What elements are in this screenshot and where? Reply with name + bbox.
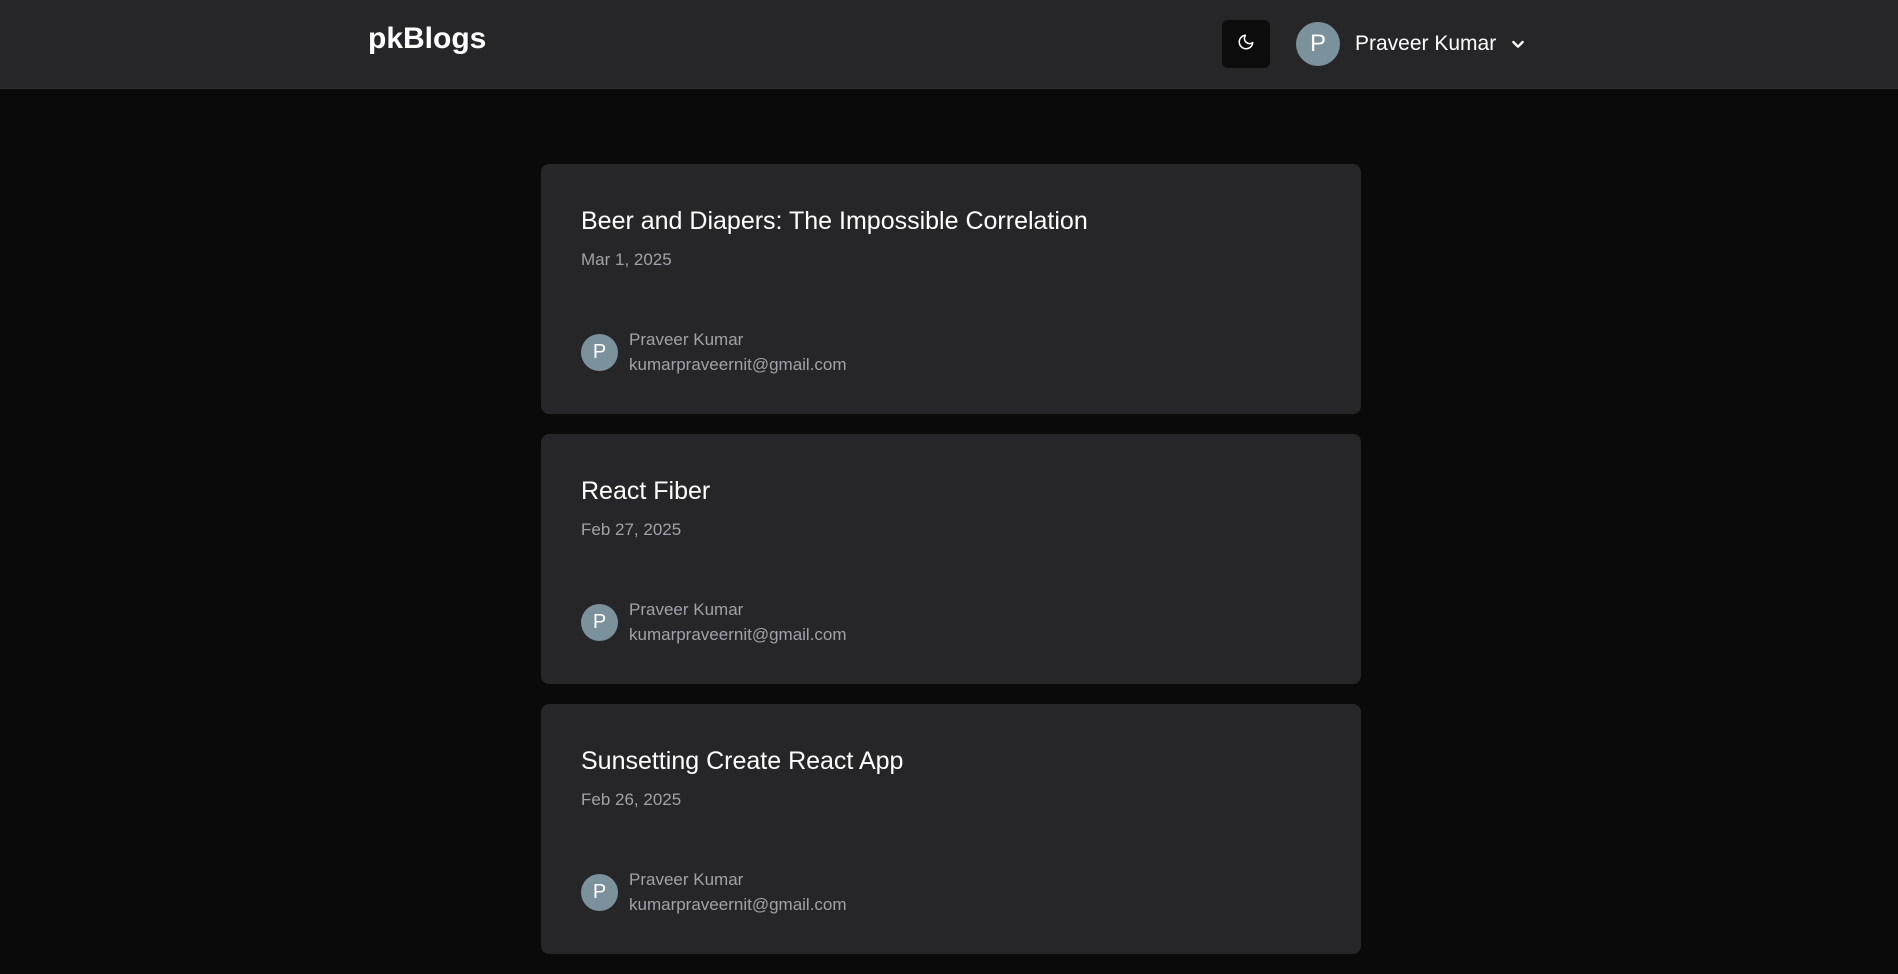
brand-logo[interactable]: pkBlogs <box>368 21 486 57</box>
author-name: Praveer Kumar <box>629 330 744 349</box>
post-date: Mar 1, 2025 <box>581 250 672 269</box>
post-title[interactable]: Sunsetting Create React App <box>581 746 1321 776</box>
post-date: Feb 27, 2025 <box>581 520 682 539</box>
post-card[interactable]: Beer and Diapers: The Impossible Correla… <box>541 164 1361 414</box>
user-name: Praveer Kumar <box>1355 32 1497 55</box>
author-info: Praveer Kumar kumarpraveernit@gmail.com <box>629 597 847 647</box>
author-email: kumarpraveernit@gmail.com <box>629 355 847 374</box>
moon-icon <box>1237 33 1255 56</box>
author-name: Praveer Kumar <box>629 870 744 889</box>
theme-toggle-button[interactable] <box>1222 20 1270 68</box>
author-email: kumarpraveernit@gmail.com <box>629 895 847 914</box>
top-navbar: pkBlogs P Praveer Kumar <box>0 0 1898 89</box>
author-email: kumarpraveernit@gmail.com <box>629 625 847 644</box>
post-title[interactable]: Beer and Diapers: The Impossible Correla… <box>581 206 1321 236</box>
post-date: Feb 26, 2025 <box>581 790 682 809</box>
author-avatar: P <box>581 873 618 911</box>
post-author: P Praveer Kumar kumarpraveernit@gmail.co… <box>581 597 847 647</box>
author-avatar: P <box>581 333 618 371</box>
author-info: Praveer Kumar kumarpraveernit@gmail.com <box>629 867 847 917</box>
avatar: P <box>1296 22 1340 66</box>
post-feed: Beer and Diapers: The Impossible Correla… <box>541 164 1361 974</box>
post-card[interactable]: Sunsetting Create React App Feb 26, 2025… <box>541 704 1361 954</box>
post-author: P Praveer Kumar kumarpraveernit@gmail.co… <box>581 327 847 377</box>
author-avatar: P <box>581 603 618 641</box>
chevron-down-icon <box>1510 36 1526 52</box>
post-card[interactable]: React Fiber Feb 27, 2025 P Praveer Kumar… <box>541 434 1361 684</box>
post-title[interactable]: React Fiber <box>581 476 1321 506</box>
user-menu-button[interactable]: P Praveer Kumar <box>1296 22 1526 66</box>
author-name: Praveer Kumar <box>629 600 744 619</box>
author-info: Praveer Kumar kumarpraveernit@gmail.com <box>629 327 847 377</box>
post-author: P Praveer Kumar kumarpraveernit@gmail.co… <box>581 867 847 917</box>
